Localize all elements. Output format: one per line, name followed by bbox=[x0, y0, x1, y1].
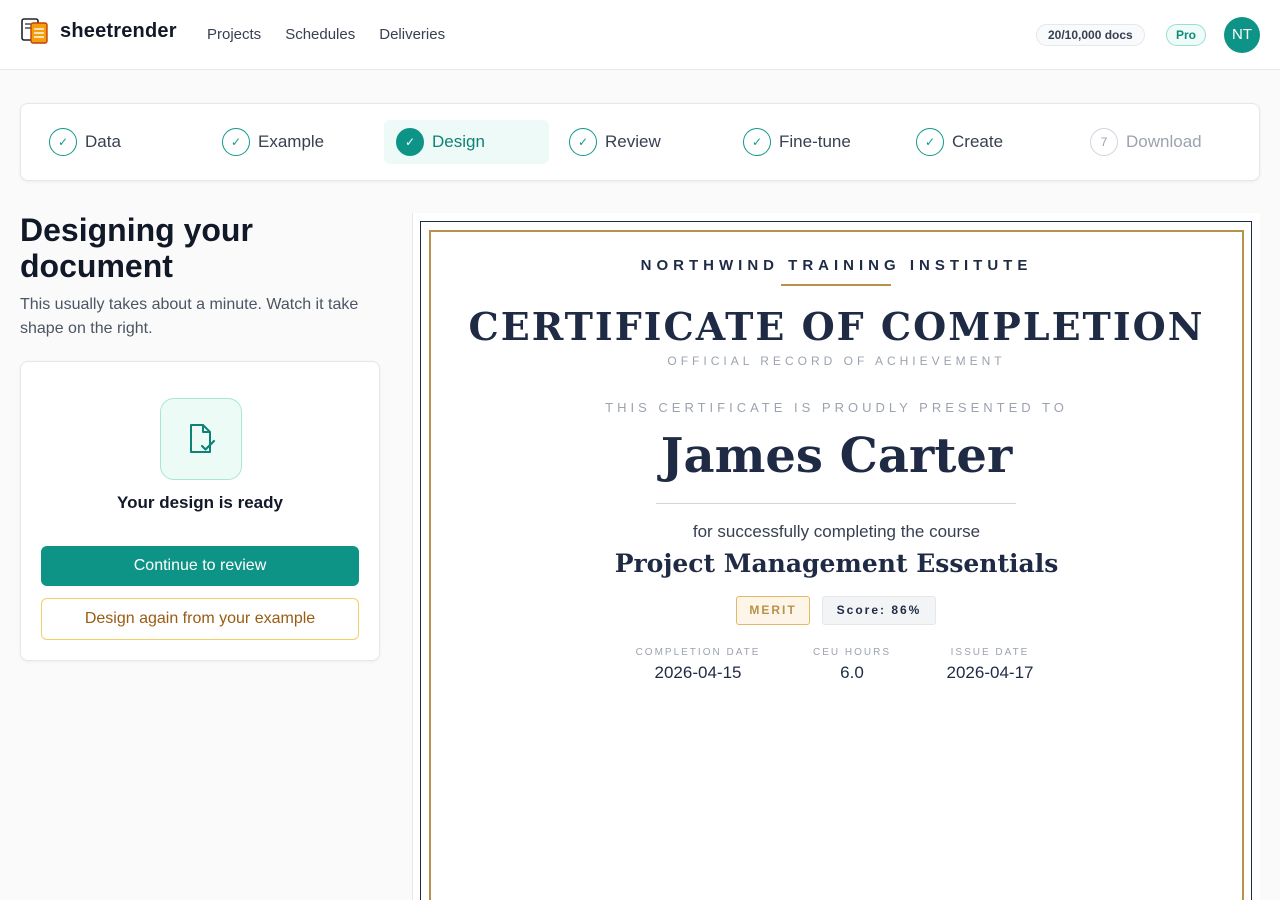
step-download[interactable]: 7 Download bbox=[1090, 120, 1202, 164]
check-icon: ✓ bbox=[49, 128, 77, 156]
step-data[interactable]: ✓ Data bbox=[49, 120, 121, 164]
step-design[interactable]: ✓ Design bbox=[384, 120, 549, 164]
step-label: Review bbox=[605, 132, 661, 151]
certificate-subtitle: OFFICIAL RECORD OF ACHIEVEMENT bbox=[667, 354, 1006, 368]
presented-to-text: THIS CERTIFICATE IS PROUDLY PRESENTED TO bbox=[605, 400, 1068, 415]
step-create[interactable]: ✓ Create bbox=[916, 120, 1003, 164]
design-again-button[interactable]: Design again from your example bbox=[41, 598, 359, 640]
step-number: 7 bbox=[1090, 128, 1118, 156]
score-badge: Score: 86% bbox=[822, 596, 936, 625]
step-review[interactable]: ✓ Review bbox=[569, 120, 661, 164]
check-icon: ✓ bbox=[222, 128, 250, 156]
institute-name: NORTHWIND TRAINING INSTITUTE bbox=[640, 257, 1033, 274]
check-icon: ✓ bbox=[916, 128, 944, 156]
logo-icon[interactable] bbox=[20, 17, 50, 45]
recipient-name: James Carter bbox=[660, 428, 1013, 484]
step-example[interactable]: ✓ Example bbox=[222, 120, 324, 164]
top-bar: sheetrender Projects Schedules Deliverie… bbox=[0, 0, 1280, 70]
certificate-title: CERTIFICATE OF COMPLETION bbox=[468, 304, 1205, 349]
document-check-icon bbox=[160, 398, 242, 480]
check-icon: ✓ bbox=[396, 128, 424, 156]
course-intro-text: for successfully completing the course bbox=[692, 522, 981, 541]
user-avatar[interactable]: NT bbox=[1224, 17, 1260, 53]
nav-deliveries[interactable]: Deliveries bbox=[379, 26, 445, 43]
plan-badge: Pro bbox=[1166, 24, 1207, 46]
meta-label: COMPLETION DATE bbox=[635, 647, 761, 658]
step-label: Create bbox=[952, 132, 1004, 151]
step-label: Design bbox=[432, 132, 485, 151]
page-subtitle: This usually takes about a minute. Watch… bbox=[20, 296, 359, 337]
step-label: Fine-tune bbox=[779, 132, 851, 151]
check-icon: ✓ bbox=[743, 128, 771, 156]
ceu-hours-field: CEU HOURS 6.0 bbox=[792, 647, 912, 683]
continue-to-review-button[interactable]: Continue to review bbox=[41, 546, 359, 586]
nav-schedules[interactable]: Schedules bbox=[285, 26, 355, 43]
meta-value: 6.0 bbox=[840, 663, 864, 682]
meta-value: 2026-04-17 bbox=[946, 663, 1034, 682]
meta-value: 2026-04-15 bbox=[654, 663, 742, 682]
meta-label: CEU HOURS bbox=[812, 647, 891, 658]
nav-projects[interactable]: Projects bbox=[207, 26, 261, 43]
course-name: Project Management Essentials bbox=[614, 549, 1059, 578]
merit-badge: MERIT bbox=[736, 596, 810, 625]
brand-name[interactable]: sheetrender bbox=[60, 20, 177, 43]
step-label: Download bbox=[1126, 132, 1202, 151]
main-nav: Projects Schedules Deliveries bbox=[207, 26, 445, 43]
step-fine-tune[interactable]: ✓ Fine-tune bbox=[743, 120, 851, 164]
issue-date-field: ISSUE DATE 2026-04-17 bbox=[920, 647, 1060, 683]
page-title: Designing your document bbox=[20, 212, 253, 284]
doc-quota-badge: 20/10,000 docs bbox=[1036, 24, 1145, 46]
step-label: Example bbox=[258, 132, 325, 151]
step-label: Data bbox=[85, 132, 121, 151]
status-card: Your design is ready Continue to review … bbox=[20, 361, 380, 661]
institute-divider bbox=[781, 284, 891, 286]
meta-label: ISSUE DATE bbox=[950, 647, 1030, 658]
status-text: Your design is ready bbox=[117, 493, 283, 512]
check-icon: ✓ bbox=[569, 128, 597, 156]
completion-date-field: COMPLETION DATE 2026-04-15 bbox=[618, 647, 778, 683]
workflow-stepper: ✓ Data ✓ Example ✓ Design ✓ Review ✓ Fin… bbox=[20, 103, 1260, 181]
name-divider bbox=[656, 503, 1016, 504]
